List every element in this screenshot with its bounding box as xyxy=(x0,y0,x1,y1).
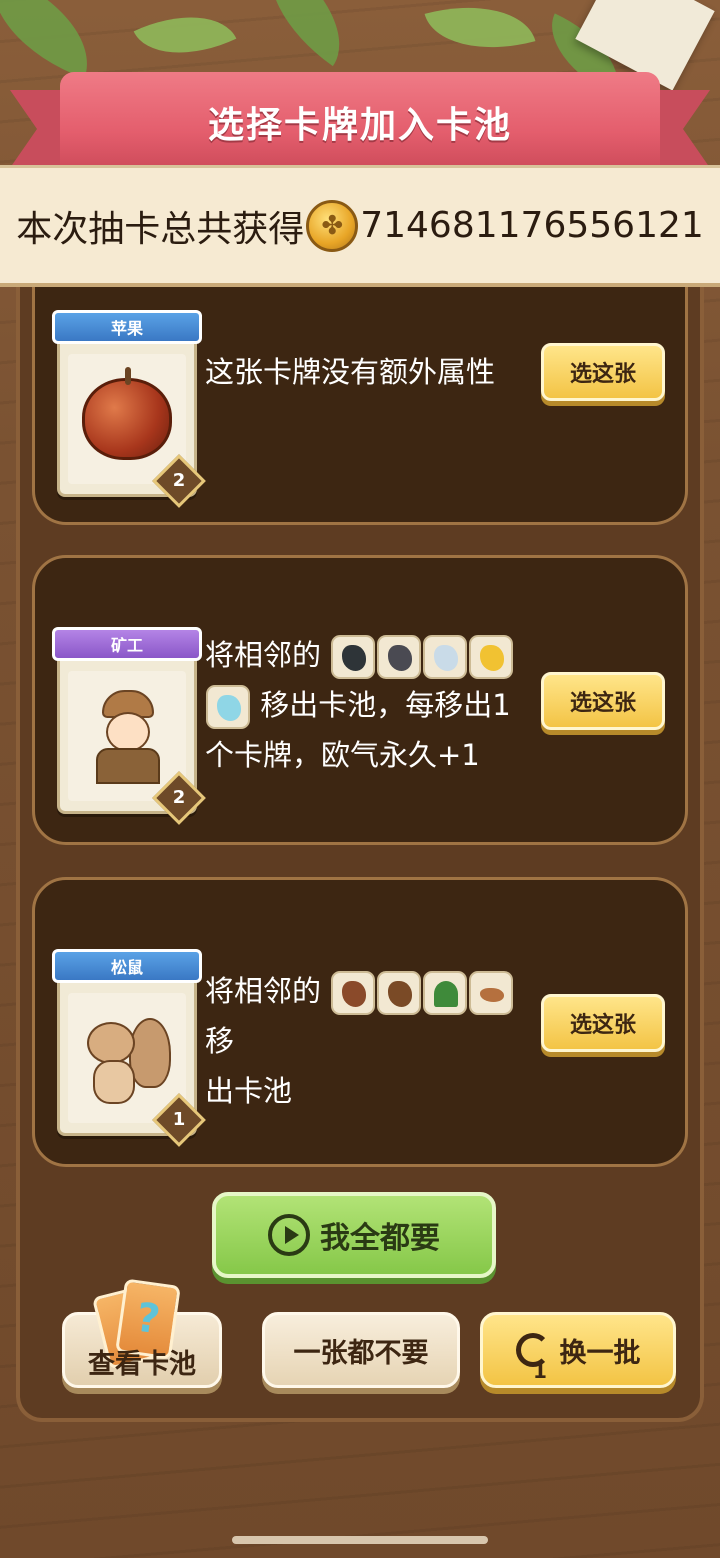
silver-ore-icon xyxy=(423,635,468,679)
nuts-icon xyxy=(469,971,514,1015)
card-name: 苹果 xyxy=(110,319,143,338)
view-pool-label: 查看卡池 xyxy=(88,1348,196,1380)
description-text: 个卡牌，欧气永久+1 xyxy=(205,738,480,772)
title-ribbon: 选择卡牌加入卡池 xyxy=(60,72,660,172)
card-name: 松鼠 xyxy=(110,958,143,977)
refresh-count: 1 xyxy=(533,1359,547,1383)
card-option-squirrel: 松鼠 1 将相邻的 移 出卡池 选这张 xyxy=(32,877,688,1167)
pinecone-icon xyxy=(377,971,422,1015)
card-description: 这张卡牌没有额外属性 xyxy=(205,347,545,397)
description-text: 这张卡牌没有额外属性 xyxy=(205,355,496,389)
card-name-banner: 矿工 xyxy=(52,627,202,661)
page-title: 选择卡牌加入卡池 xyxy=(207,105,512,146)
pick-card-button[interactable]: 选这张 xyxy=(541,994,665,1052)
coal-icon xyxy=(331,635,376,679)
card-name-banner: 苹果 xyxy=(52,310,202,344)
reward-summary: 本次抽卡总共获得 ✤ 714681176556121 xyxy=(0,165,720,287)
reward-amount: 714681176556121 xyxy=(360,205,704,246)
stone-icon xyxy=(377,635,422,679)
diamond-icon xyxy=(206,685,250,729)
skip-all-button[interactable]: 一张都不要 xyxy=(262,1312,460,1388)
card: 苹果 2 xyxy=(52,310,206,508)
description-text: 移 xyxy=(205,1024,235,1058)
refresh-batch-button[interactable]: 1 换一批 xyxy=(480,1312,676,1388)
card-description: 将相邻的 移 出卡池 xyxy=(205,966,545,1116)
play-video-icon xyxy=(268,1214,310,1256)
pick-card-button[interactable]: 选这张 xyxy=(541,343,665,401)
description-text: 将相邻的 xyxy=(205,974,322,1008)
description-text: 将相邻的 xyxy=(205,638,322,672)
take-all-label: 我全都要 xyxy=(320,1221,440,1256)
squirrel-icon xyxy=(79,1008,175,1108)
miner-icon xyxy=(82,686,172,786)
tree-icon xyxy=(423,971,468,1015)
card-name-banner: 松鼠 xyxy=(52,949,202,983)
card: 矿工 2 xyxy=(52,627,206,825)
take-all-button[interactable]: 我全都要 xyxy=(212,1192,496,1278)
coin-icon: ✤ xyxy=(306,199,359,252)
card-name: 矿工 xyxy=(110,636,143,655)
description-text: 出卡池 xyxy=(205,1074,293,1108)
home-indicator[interactable] xyxy=(232,1536,488,1544)
card-description: 将相邻的 移出卡池，每移出1 个卡牌，欧气永久+1 xyxy=(205,630,545,780)
gold-ore-icon xyxy=(469,635,514,679)
card-option-miner: 矿工 2 将相邻的 移出卡池，每移出1 个卡牌，欧气永久+1 选这张 xyxy=(32,555,688,845)
acorn-icon xyxy=(331,971,376,1015)
description-text: 移出卡池，每移出1 xyxy=(260,688,511,722)
card: 松鼠 1 xyxy=(52,949,206,1147)
apple-icon xyxy=(82,367,172,460)
card-option-apple: 苹果 2 这张卡牌没有额外属性 选这张 xyxy=(32,287,688,525)
reward-label: 本次抽卡总共获得 xyxy=(16,208,305,250)
pick-card-button[interactable]: 选这张 xyxy=(541,672,665,730)
refresh-label: 换一批 xyxy=(559,1337,641,1369)
